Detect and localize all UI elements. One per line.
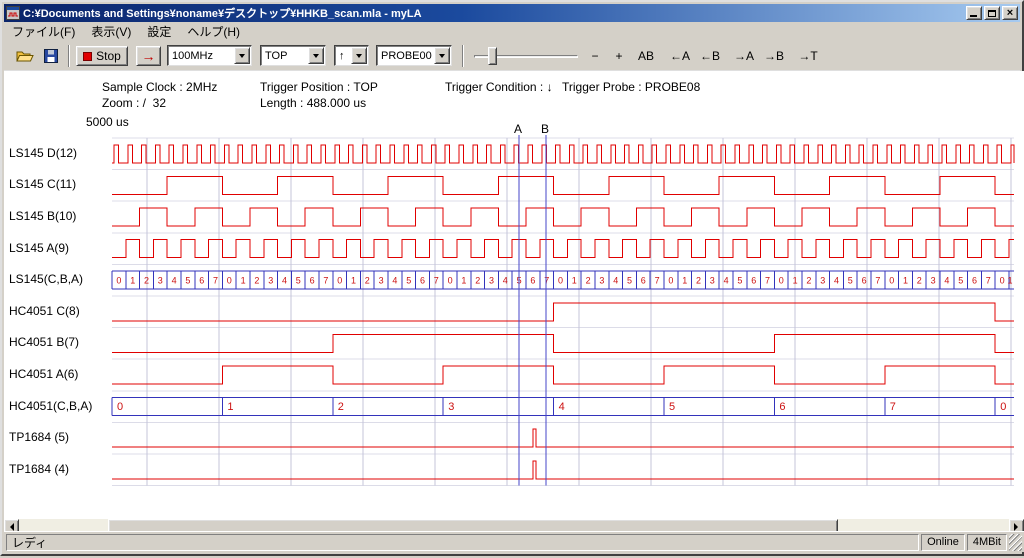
toolbar: Stop → 100MHz TOP ↑ PROBE00 − + AB ←A [4,41,1020,71]
run-arrow-icon: → [142,48,156,64]
waveform-display-area[interactable] [112,132,1014,488]
zoom-slider[interactable] [474,45,578,67]
status-ready: レディ [6,534,919,551]
channel-label-ls145-bus: LS145(C,B,A) [9,272,83,286]
length-info: Length : 488.000 us [260,96,366,110]
sample-clock-info: Sample Clock : 2MHz [102,80,217,94]
goto-cursor-b-right-button[interactable]: →B [760,46,788,66]
menu-settings[interactable]: 設定 [139,22,179,41]
goto-trigger-button[interactable]: →T [794,46,822,66]
menu-file[interactable]: ファイル(F) [4,22,83,41]
channel-label-hc4051-c: HC4051 C(8) [9,304,80,318]
trigger-probe-select[interactable]: PROBE00 [376,45,452,66]
maximize-icon [988,10,996,17]
trigger-condition-info: Trigger Condition : ↓ [445,80,553,94]
status-memory: 4MBit [967,534,1007,551]
trigger-position-select[interactable]: TOP [260,45,326,66]
time-scale-label: 5000 us [86,115,129,129]
scroll-right-icon [1014,523,1022,531]
toolbar-separator [462,45,464,67]
app-window: C:¥Documents and Settings¥noname¥デスクトップ¥… [0,0,1024,556]
zoom-info: Zoom : / 32 [102,96,166,110]
stop-icon [83,52,92,61]
channel-label-ls145-a: LS145 A(9) [9,241,69,255]
menu-help[interactable]: ヘルプ(H) [179,22,248,41]
trigger-edge-select[interactable]: ↑ [334,45,369,66]
channel-label-tp1684-4: TP1684 (4) [9,462,69,476]
menu-view[interactable]: 表示(V) [83,22,139,41]
minimize-icon [970,15,977,17]
save-button[interactable] [39,45,63,67]
close-button[interactable]: × [1002,6,1018,20]
zoom-out-button[interactable]: − [584,46,606,66]
toolbar-separator [68,45,70,67]
ab-button[interactable]: AB [632,46,660,66]
close-icon: × [1007,8,1013,19]
channel-label-ls145-d: LS145 D(12) [9,146,77,160]
channel-label-hc4051-a: HC4051 A(6) [9,367,78,381]
chevron-down-icon[interactable] [351,47,367,64]
scroll-left-icon [6,523,14,531]
goto-cursor-a-left-button[interactable]: ←A [666,46,694,66]
zoom-slider-thumb[interactable] [488,47,497,65]
maximize-button[interactable] [984,6,1000,20]
status-online: Online [921,534,965,551]
channel-label-hc4051-bus: HC4051(C,B,A) [9,399,92,413]
minimize-button[interactable] [966,6,982,20]
resize-grip-icon[interactable] [1009,534,1022,551]
channel-label-hc4051-b: HC4051 B(7) [9,335,79,349]
channel-label-ls145-b: LS145 B(10) [9,209,76,223]
app-icon [6,6,20,20]
trigger-position-info: Trigger Position : TOP [260,80,378,94]
floppy-icon [44,49,58,63]
window-title: C:¥Documents and Settings¥noname¥デスクトップ¥… [20,5,964,21]
open-file-button[interactable] [13,45,37,67]
chevron-down-icon[interactable] [434,47,450,64]
titlebar: C:¥Documents and Settings¥noname¥デスクトップ¥… [4,4,1020,22]
chevron-down-icon[interactable] [234,47,250,64]
goto-cursor-b-left-button[interactable]: ←B [696,46,724,66]
channel-label-ls145-c: LS145 C(11) [9,177,76,191]
open-folder-icon [16,49,34,63]
sample-clock-select[interactable]: 100MHz [167,45,252,66]
channel-label-tp1684-5: TP1684 (5) [9,430,69,444]
statusbar: レディ Online 4MBit [4,531,1024,552]
menubar: ファイル(F) 表示(V) 設定 ヘルプ(H) [4,22,1020,41]
run-button[interactable]: → [136,46,161,66]
trigger-probe-info: Trigger Probe : PROBE08 [562,80,700,94]
stop-button[interactable]: Stop [76,46,128,66]
zoom-in-button[interactable]: + [608,46,630,66]
chevron-down-icon[interactable] [308,47,324,64]
goto-cursor-a-right-button[interactable]: →A [730,46,758,66]
